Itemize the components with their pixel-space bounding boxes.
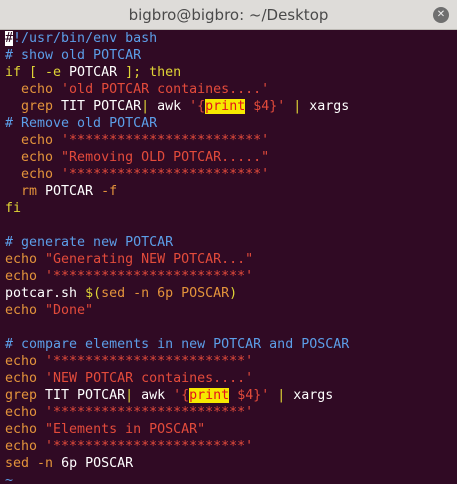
code-token: echo — [5, 405, 46, 420]
code-token: POTCAR — [45, 184, 102, 199]
code-line: echo '************************' — [5, 132, 457, 149]
code-line: echo "Elements in POSCAR" — [5, 421, 457, 438]
code-line: echo "Removing OLD POTCAR....." — [5, 149, 457, 166]
code-line: fi — [5, 200, 457, 217]
code-token: 'NEW POTCAR containes....' — [45, 371, 254, 386]
code-token: | — [285, 99, 310, 114]
code-token: "Elements in POSCAR" — [45, 422, 206, 437]
code-token: echo — [5, 133, 62, 148]
search-match: print — [189, 388, 230, 403]
code-token: if [ -e — [5, 65, 70, 80]
code-token: TIT POTCAR — [61, 99, 142, 114]
code-line: # Remove old POTCAR — [5, 115, 457, 132]
code-token: TIT POTCAR — [45, 388, 126, 403]
code-line: echo 'NEW POTCAR containes....' — [5, 370, 457, 387]
code-line: echo '************************' — [5, 166, 457, 183]
code-token: # generate new POTCAR — [5, 235, 174, 250]
code-line: rm POTCAR -f — [5, 183, 457, 200]
code-token: '************************' — [45, 354, 254, 369]
code-token: echo — [5, 269, 46, 284]
code-token: !/usr/bin/env bash — [13, 31, 158, 46]
code-token: echo — [5, 439, 46, 454]
code-line: # generate new POTCAR — [5, 234, 457, 251]
code-line: # compare elements in new POTCAR and POS… — [5, 336, 457, 353]
code-token: $4}' — [245, 99, 286, 114]
code-token: POTCAR — [69, 65, 118, 80]
code-token: grep — [5, 388, 46, 403]
code-token: echo — [5, 371, 46, 386]
code-token: sed — [5, 456, 38, 471]
code-line: echo '************************' — [5, 268, 457, 285]
code-token: -f — [101, 184, 118, 199]
code-line: potcar.sh $(sed -n 6p POSCAR) — [5, 285, 457, 302]
code-token: echo — [5, 150, 62, 165]
close-icon[interactable]: ✕ — [433, 7, 449, 23]
code-token: '************************' — [45, 405, 254, 420]
code-token: echo — [5, 252, 46, 267]
code-line: echo "Generating NEW POTCAR..." — [5, 251, 457, 268]
code-token: | — [269, 388, 294, 403]
code-token: awk — [141, 388, 174, 403]
search-match: print — [205, 99, 246, 114]
code-token: echo — [5, 354, 46, 369]
code-line: #!/usr/bin/env bash — [5, 30, 457, 47]
code-line: ~ — [5, 472, 457, 484]
code-token: grep — [5, 99, 62, 114]
code-token: ~ — [5, 473, 14, 484]
code-line: grep TIT POTCAR| awk '{print $4}' | xarg… — [5, 387, 457, 404]
code-token: 'old POTCAR containes....' — [61, 82, 270, 97]
code-token: xargs — [309, 99, 350, 114]
code-token: 6p POSCAR — [61, 456, 134, 471]
code-line: if [ -e POTCAR ]; then — [5, 64, 457, 81]
terminal-text-area[interactable]: #!/usr/bin/env bash # show old POTCAR if [… — [0, 30, 457, 484]
code-token: echo — [5, 422, 46, 437]
code-token: $( — [85, 286, 102, 301]
code-token: '************************' — [61, 167, 270, 182]
code-token: $4}' — [229, 388, 270, 403]
code-token: # Remove old POTCAR — [5, 116, 158, 131]
code-token: fi — [5, 201, 22, 216]
code-line: sed -n 6p POSCAR — [5, 455, 457, 472]
code-line: # show old POTCAR — [5, 47, 457, 64]
code-line: echo 'old POTCAR containes....' — [5, 81, 457, 98]
code-token: '************************' — [61, 133, 270, 148]
window-title: bigbro@bigbro: ~/Desktop — [128, 6, 329, 24]
code-token: potcar.sh — [5, 286, 86, 301]
code-line: echo "Done" — [5, 302, 457, 319]
code-token: echo — [5, 82, 62, 97]
code-token: | — [141, 99, 158, 114]
code-token: "Removing OLD POTCAR....." — [61, 150, 270, 165]
code-token: "Generating NEW POTCAR..." — [45, 252, 254, 267]
code-token: '{ — [173, 388, 190, 403]
code-token: rm — [5, 184, 46, 199]
code-token: sed -n 6p POSCAR — [101, 286, 230, 301]
code-token: ]; then — [117, 65, 182, 80]
code-token: -n — [37, 456, 62, 471]
code-token: '************************' — [45, 439, 254, 454]
code-token: awk — [157, 99, 190, 114]
cursor: # — [5, 31, 14, 46]
code-token: '************************' — [45, 269, 254, 284]
code-token: | — [125, 388, 142, 403]
code-token: # compare elements in new POTCAR and POS… — [5, 337, 350, 352]
title-bar[interactable]: bigbro@bigbro: ~/Desktop ✕ — [0, 0, 457, 30]
code-token: '{ — [189, 99, 206, 114]
code-token: # show old POTCAR — [5, 48, 142, 63]
code-token: echo — [5, 303, 46, 318]
code-token: echo — [5, 167, 62, 182]
code-line: echo '************************' — [5, 353, 457, 370]
code-token: ) — [229, 286, 238, 301]
code-token: xargs — [293, 388, 334, 403]
code-line: grep TIT POTCAR| awk '{print $4}' | xarg… — [5, 98, 457, 115]
code-line: echo '************************' — [5, 438, 457, 455]
code-token: "Done" — [45, 303, 94, 318]
terminal-window: bigbro@bigbro: ~/Desktop ✕ #!/usr/bin/en… — [0, 0, 457, 484]
code-line: echo '************************' — [5, 404, 457, 421]
